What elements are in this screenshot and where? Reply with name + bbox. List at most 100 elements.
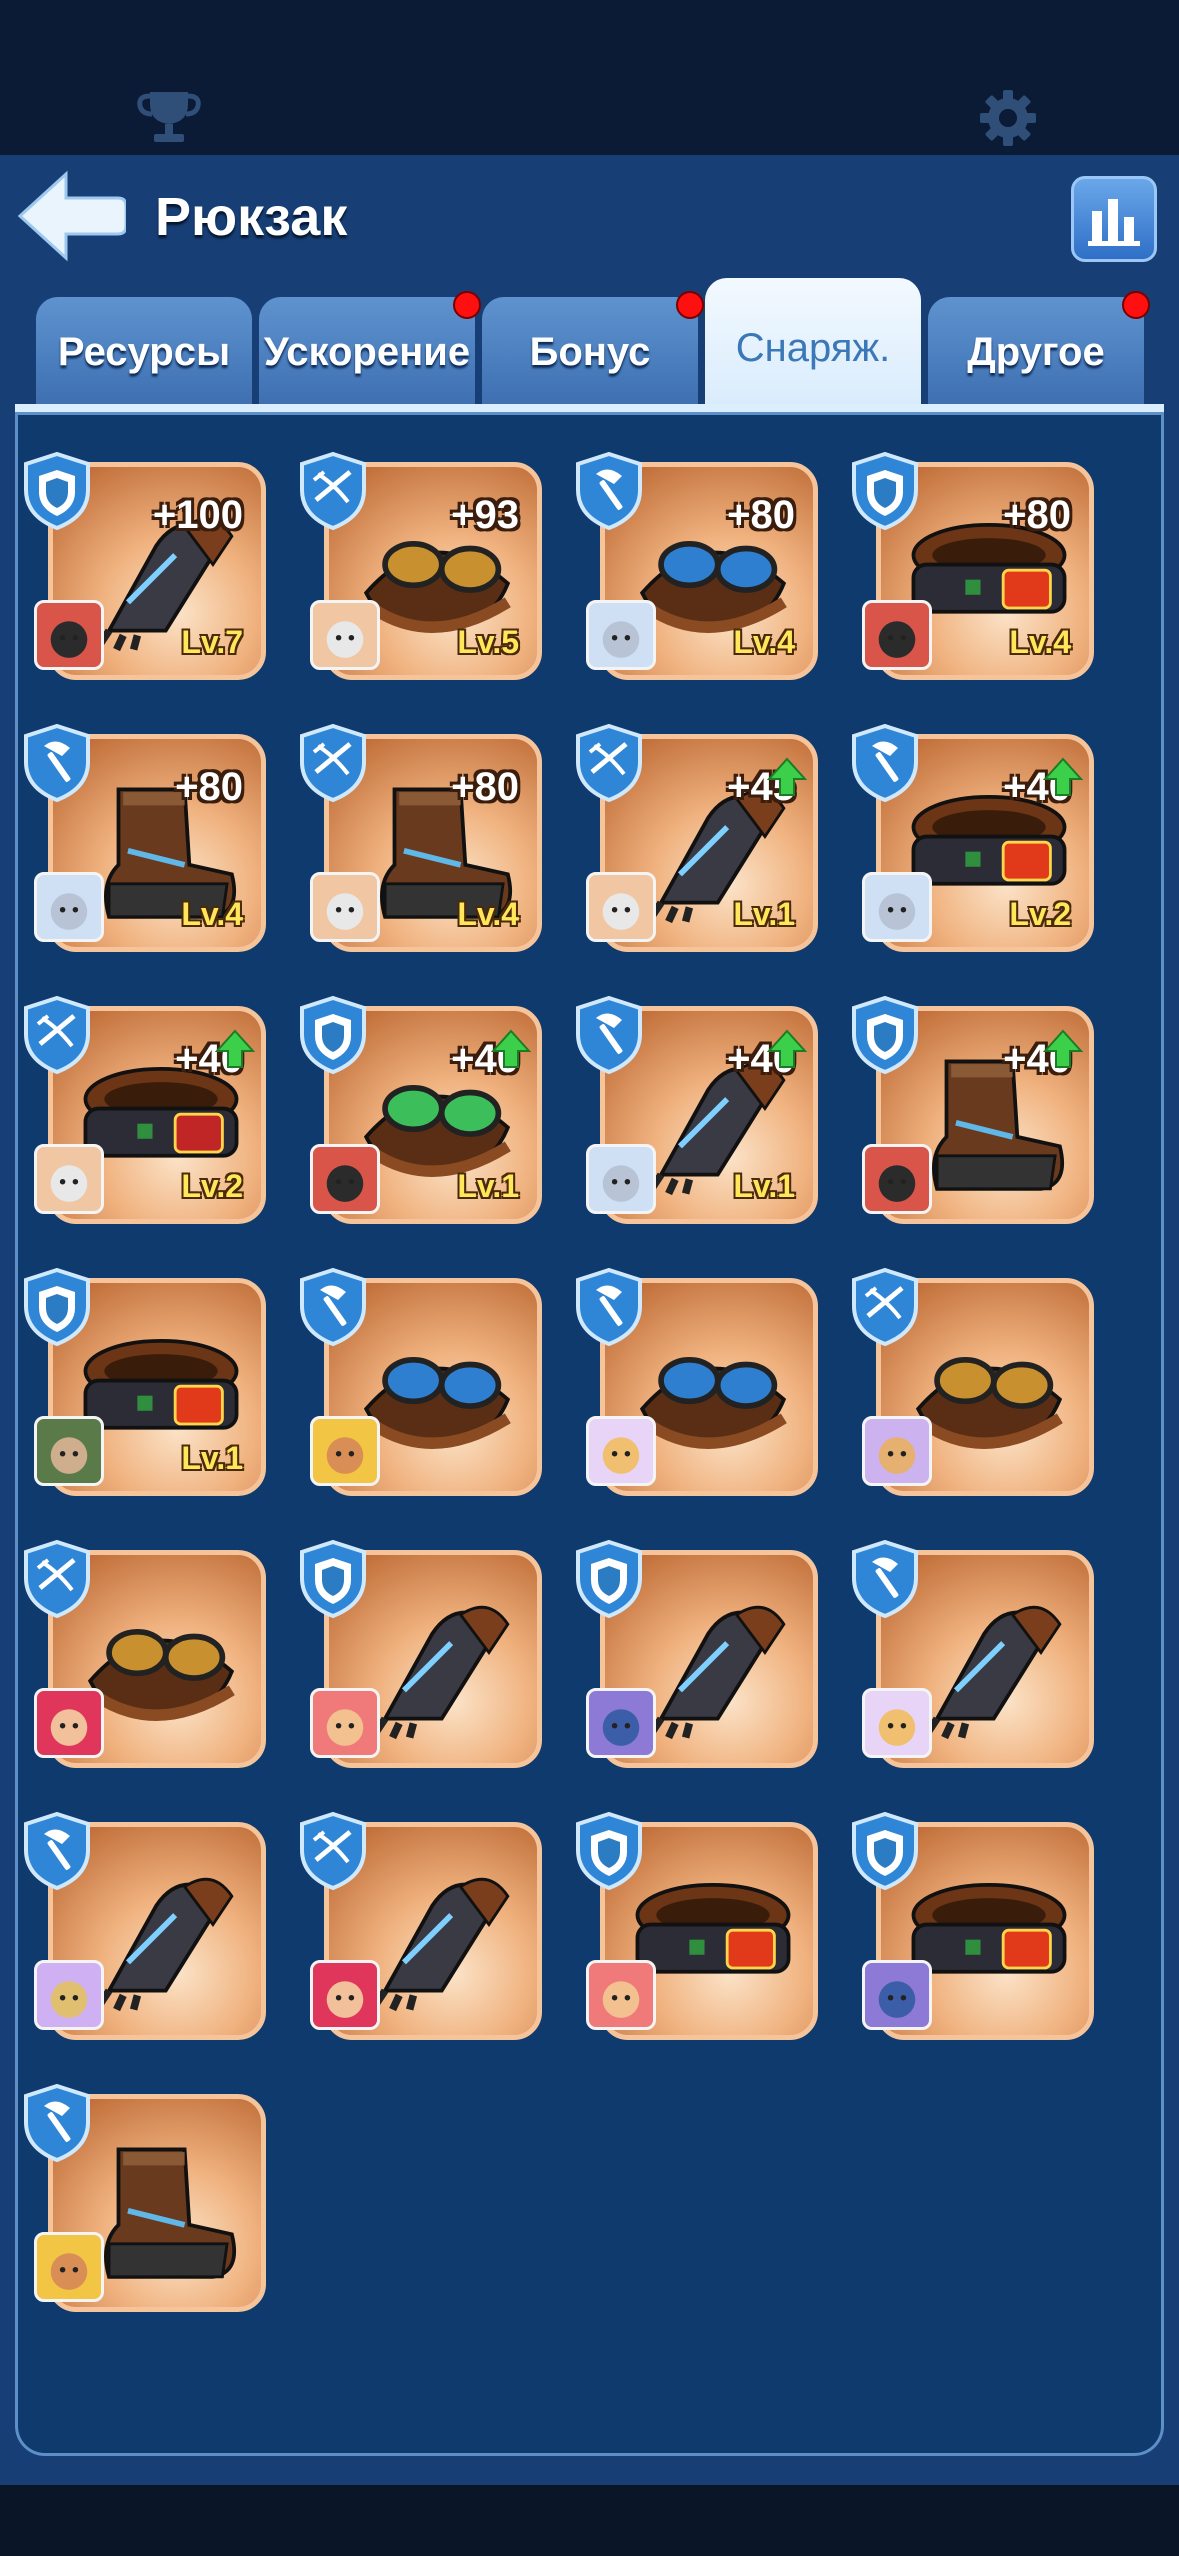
hero-avatar <box>34 1960 104 2030</box>
axe-icon <box>576 1267 642 1346</box>
equipment-item[interactable]: +40 Lv.1 <box>288 994 558 1234</box>
notification-dot <box>453 291 481 319</box>
equipment-item[interactable] <box>288 1810 558 2050</box>
red-knight-icon <box>326 1165 364 1202</box>
hero-avatar <box>34 1688 104 1758</box>
equipment-item[interactable]: +80 Lv.4 <box>840 450 1110 690</box>
red-knight-icon <box>878 1165 916 1202</box>
hero-avatar <box>586 872 656 942</box>
hero-avatar <box>862 872 932 942</box>
shield-icon <box>24 451 90 530</box>
bonus-value: +80 <box>1003 493 1071 537</box>
crossbow-icon <box>300 451 366 530</box>
bar-chart-icon <box>1088 199 1140 246</box>
miner-icon <box>50 2253 88 2290</box>
axe-icon <box>300 1267 366 1346</box>
back-arrow-icon[interactable] <box>14 170 126 262</box>
girl-icon <box>602 621 640 658</box>
gear-icon[interactable] <box>978 88 1038 148</box>
equipment-item[interactable]: +40 Lv.1 <box>564 994 834 1234</box>
tab-speedup[interactable]: Ускорение <box>259 291 481 407</box>
equipment-item[interactable]: +40 Lv.2 <box>840 722 1110 962</box>
beret-icon <box>602 1981 640 2018</box>
red-knight-icon <box>878 621 916 658</box>
item-level: Lv.4 <box>1009 624 1071 660</box>
hero-avatar <box>862 1144 932 1214</box>
girl-icon <box>602 1165 640 1202</box>
equipment-item[interactable]: +80 Lv.4 <box>12 722 282 962</box>
shield-icon <box>576 1811 642 1890</box>
tab-equipment[interactable]: Снаряж. <box>705 278 921 407</box>
hero-avatar <box>862 1688 932 1758</box>
hero-avatar <box>34 1144 104 1214</box>
equipment-item[interactable] <box>12 2082 282 2322</box>
hero-avatar <box>310 1960 380 2030</box>
axe-icon <box>576 995 642 1074</box>
red-knight-icon <box>50 621 88 658</box>
pilot-icon <box>878 1437 916 1474</box>
axe-icon <box>24 723 90 802</box>
hero-avatar <box>586 1144 656 1214</box>
equipment-item[interactable]: +40 Lv.2 <box>12 994 282 1234</box>
equipment-item[interactable]: +45 Lv.1 <box>564 722 834 962</box>
item-level: Lv.7 <box>181 624 243 660</box>
item-level: Lv.1 <box>457 1168 519 1204</box>
old-man-icon <box>326 621 364 658</box>
equipment-item[interactable]: +40 <box>840 994 1110 1234</box>
notification-dot <box>676 291 704 319</box>
axe-icon <box>852 723 918 802</box>
upgrade-arrow-icon <box>767 1029 807 1068</box>
equipment-item[interactable]: Lv.1 <box>12 1266 282 1506</box>
top-status-bar <box>0 0 1179 155</box>
equipment-item[interactable] <box>564 1810 834 2050</box>
tab-resources[interactable]: Ресурсы <box>36 297 252 407</box>
tab-label: Снаряж. <box>735 326 891 370</box>
equipment-item[interactable] <box>840 1538 1110 1778</box>
girl-icon <box>878 893 916 930</box>
old-man-icon <box>326 893 364 930</box>
hero-avatar <box>310 600 380 670</box>
equipment-item[interactable] <box>12 1810 282 2050</box>
green-helmet-icon <box>50 1437 88 1474</box>
equipment-item[interactable] <box>12 1538 282 1778</box>
shield-icon <box>24 1267 90 1346</box>
hero-avatar <box>586 1416 656 1486</box>
hero-avatar <box>34 600 104 670</box>
upgrade-arrow-icon <box>491 1029 531 1068</box>
crossbow-icon <box>24 1539 90 1618</box>
page-title: Рюкзак <box>155 187 348 247</box>
tab-bonus[interactable]: Бонус <box>482 291 704 407</box>
item-level: Lv.2 <box>1009 896 1071 932</box>
hero-avatar <box>34 872 104 942</box>
axe-icon <box>576 451 642 530</box>
equipment-item[interactable] <box>564 1538 834 1778</box>
shield-icon <box>300 995 366 1074</box>
equipment-item[interactable] <box>564 1266 834 1506</box>
item-level: Lv.2 <box>181 1168 243 1204</box>
equipment-item[interactable] <box>840 1266 1110 1506</box>
crossbow-icon <box>576 723 642 802</box>
bottom-bar <box>0 2485 1179 2556</box>
old-man-icon <box>602 893 640 930</box>
redhead-icon <box>326 1981 364 2018</box>
tab-label: Бонус <box>529 330 651 374</box>
equipment-item[interactable] <box>288 1266 558 1506</box>
bonus-value: +80 <box>451 765 519 809</box>
equipment-item[interactable]: +80 Lv.4 <box>564 450 834 690</box>
equipment-item[interactable]: +100 Lv.7 <box>12 450 282 690</box>
tab-label: Другое <box>967 330 1105 374</box>
equipment-item[interactable]: +93 Lv.5 <box>288 450 558 690</box>
notification-dot <box>1122 291 1150 319</box>
equipment-item[interactable] <box>288 1538 558 1778</box>
miner-icon <box>326 1437 364 1474</box>
redhead-icon <box>50 1709 88 1746</box>
equipment-item[interactable] <box>840 1810 1110 2050</box>
item-level: Lv.4 <box>457 896 519 932</box>
item-level: Lv.1 <box>733 1168 795 1204</box>
trophy-icon[interactable] <box>136 88 202 144</box>
hero-avatar <box>862 1416 932 1486</box>
stats-button[interactable] <box>1071 176 1157 262</box>
equipment-item[interactable]: +80 Lv.4 <box>288 722 558 962</box>
tab-other[interactable]: Другое <box>928 291 1150 407</box>
crossbow-icon <box>300 723 366 802</box>
